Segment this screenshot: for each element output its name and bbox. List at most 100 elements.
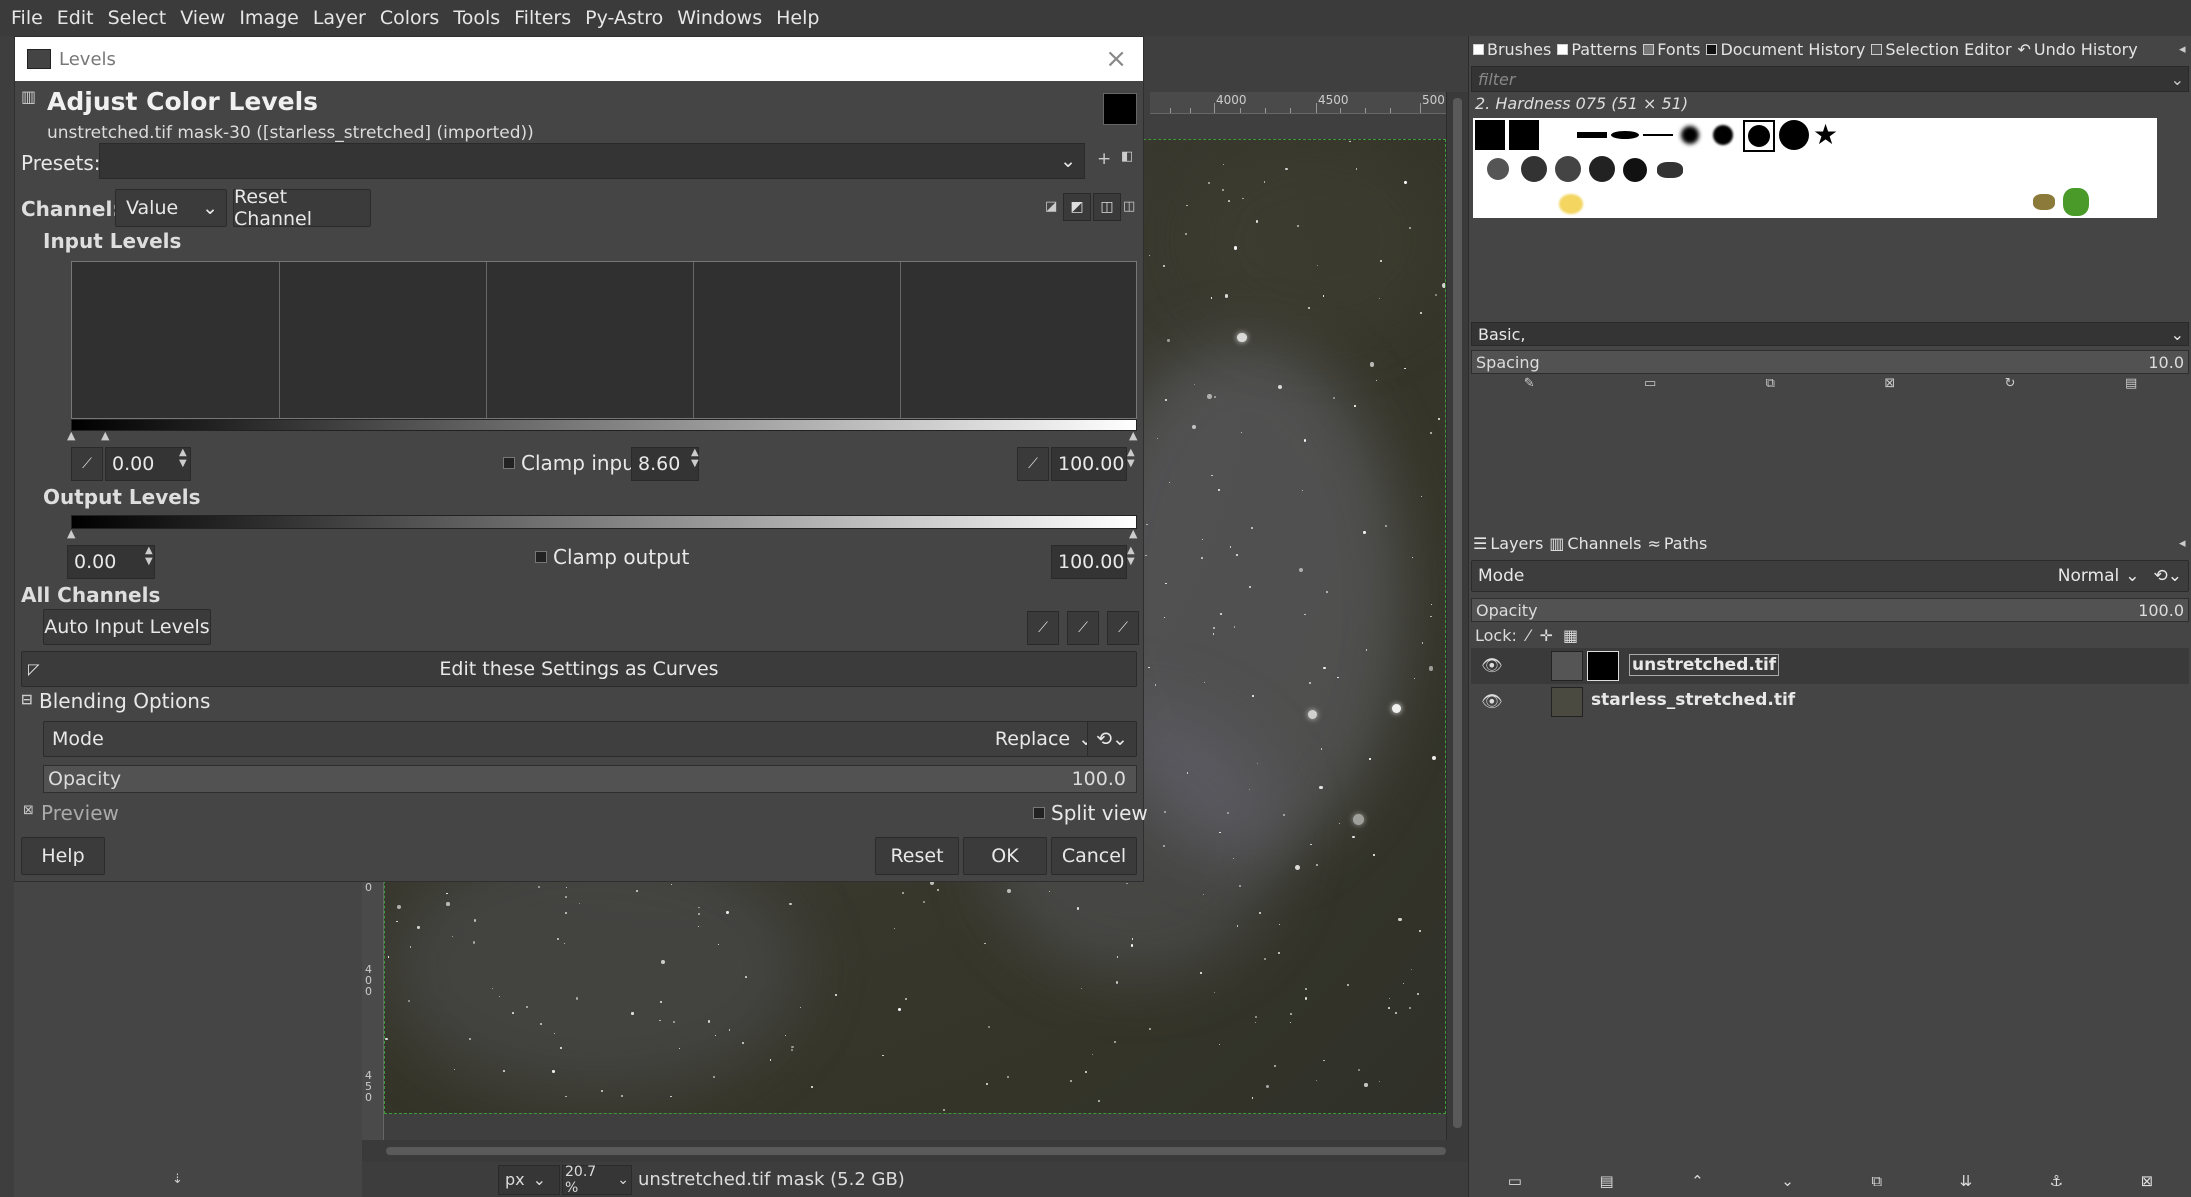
layer-name[interactable]: unstretched.tif [1629, 654, 1780, 676]
layer-name[interactable]: starless_stretched.tif [1591, 690, 1795, 710]
pick-black-point-icon[interactable]: ⟋ [71, 447, 103, 481]
brush-swatch[interactable] [1577, 132, 1607, 138]
new-layer-icon[interactable]: ▭ [1508, 1172, 1522, 1190]
close-icon[interactable]: × [1105, 44, 1127, 74]
layer-mode-select[interactable]: Mode Normal ⌄ ⟲⌄ [1471, 560, 2189, 592]
star-brush-icon[interactable]: ★ [1813, 118, 1838, 151]
menu-windows[interactable]: Windows [670, 7, 769, 29]
cancel-button[interactable]: Cancel [1051, 837, 1137, 875]
auto-input-levels-button[interactable]: Auto Input Levels [43, 609, 211, 645]
lock-alpha-icon[interactable]: ▦ [1563, 626, 1578, 645]
tab-channels[interactable]: ▥ Channels [1549, 534, 1641, 553]
pick-white-point-icon[interactable]: ⟋ [1017, 447, 1049, 481]
tab-fonts[interactable]: Fonts [1643, 40, 1700, 59]
opacity-slider[interactable]: Opacity 100.0 [43, 765, 1137, 793]
horizontal-scrollbar[interactable] [362, 1140, 1468, 1162]
edit-brush-icon[interactable]: ✎ [1524, 376, 1535, 398]
spinner-arrows-icon[interactable]: ▲ ▼ [1127, 447, 1135, 469]
tab-patterns[interactable]: Patterns [1557, 40, 1637, 59]
reset-channel-button[interactable]: Reset Channel [233, 186, 371, 230]
brush-swatch[interactable] [1475, 120, 1505, 150]
tab-paths[interactable]: ≈ Paths [1647, 534, 1707, 553]
collapse-icon[interactable]: ⊟ [21, 692, 33, 708]
help-button[interactable]: Help [21, 837, 105, 875]
dock-menu-icon[interactable]: ◂ [2179, 536, 2186, 551]
histogram-mode-icon[interactable]: ◫ [1123, 199, 1135, 214]
brush-tag-input[interactable]: Basic, ⌄ [1471, 322, 2189, 346]
duplicate-brush-icon[interactable]: ⧉ [1766, 376, 1775, 398]
menu-tools[interactable]: Tools [446, 7, 507, 29]
dialog-titlebar[interactable]: Levels × [15, 37, 1143, 81]
refresh-brushes-icon[interactable]: ↻ [2005, 376, 2016, 398]
reset-button[interactable]: Reset [875, 837, 959, 875]
brush-swatch[interactable] [1509, 120, 1539, 150]
brush-swatch[interactable] [1611, 131, 1639, 139]
spinner-arrows-icon[interactable]: ▲ ▼ [691, 447, 699, 469]
output-low-handle[interactable]: ▲ [67, 527, 75, 540]
merge-layer-icon[interactable]: ⇊ [1960, 1172, 1973, 1190]
menu-help[interactable]: Help [769, 7, 826, 29]
composite-icon[interactable]: ⟲⌄ [2154, 566, 2183, 586]
clamp-output-checkbox[interactable] [535, 551, 547, 563]
clamp-input-checkbox[interactable] [503, 457, 515, 469]
duplicate-layer-icon[interactable]: ⧉ [1871, 1172, 1882, 1190]
blend-mode-select[interactable]: Mode Replace ⌄ [43, 721, 1105, 757]
output-high-spinner[interactable]: 100.00 [1051, 545, 1127, 579]
add-preset-icon[interactable]: + [1097, 149, 1111, 169]
layer-opacity-slider[interactable]: Opacity 100.0 [1471, 598, 2189, 622]
composite-mode-button[interactable]: ⟲⌄ [1087, 721, 1137, 757]
presets-combo[interactable]: ⌄ [99, 143, 1085, 179]
menu-select[interactable]: Select [101, 7, 174, 29]
linear-histogram-icon[interactable]: ◪ [1045, 199, 1057, 214]
output-low-spinner[interactable]: 0.00 [67, 545, 155, 579]
brush-filter-input[interactable]: filter ⌄ [1471, 66, 2189, 92]
open-brush-folder-icon[interactable]: ▤ [2125, 376, 2137, 398]
histogram-view-icon[interactable]: ◫ [1093, 193, 1121, 221]
preset-menu-icon[interactable]: ◧ [1121, 149, 1133, 164]
input-low-handle[interactable]: ▲ [67, 429, 75, 442]
preview-checkbox[interactable]: ⊠ [23, 803, 34, 818]
spacing-slider[interactable]: Spacing 10.0 [1471, 350, 2189, 374]
delete-layer-icon[interactable]: ⊠ [2141, 1172, 2154, 1190]
vertical-scrollbar[interactable] [1446, 92, 1468, 1150]
pick-black-icon[interactable]: ⟋ [1027, 611, 1059, 645]
delete-brush-icon[interactable]: ⊠ [1884, 376, 1895, 398]
menu-filters[interactable]: Filters [507, 7, 578, 29]
anchor-layer-icon[interactable]: ⚓ [2050, 1172, 2063, 1190]
pick-white-icon[interactable]: ⟋ [1107, 611, 1139, 645]
spinner-arrows-icon[interactable]: ▲ ▼ [145, 545, 153, 567]
input-high-handle[interactable]: ▲ [1129, 429, 1137, 442]
ok-button[interactable]: OK [963, 837, 1047, 875]
log-histogram-icon[interactable]: ◩ [1063, 193, 1091, 221]
output-high-handle[interactable]: ▲ [1129, 527, 1137, 540]
lock-position-icon[interactable]: ✛ [1540, 626, 1553, 645]
edit-as-curves-button[interactable]: ◸ Edit these Settings as Curves [21, 651, 1137, 687]
layer-row[interactable]: 👁 unstretched.tif [1471, 648, 2189, 684]
brush-swatch[interactable] [1643, 134, 1673, 136]
spinner-arrows-icon[interactable]: ▲ ▼ [179, 447, 187, 469]
gamma-handle[interactable]: ▲ [101, 429, 109, 442]
blending-options-label[interactable]: Blending Options [39, 689, 210, 713]
tab-undo-history[interactable]: ↶ Undo History [2018, 40, 2138, 59]
brush-grid[interactable]: ★ [1473, 118, 2157, 218]
histogram[interactable] [71, 261, 1137, 419]
new-group-icon[interactable]: ▤ [1599, 1172, 1613, 1190]
zoom-select[interactable]: 20.7 % ⌄ [562, 1164, 632, 1196]
menu-layer[interactable]: Layer [306, 7, 373, 29]
new-brush-icon[interactable]: ▭ [1644, 376, 1656, 398]
menu-image[interactable]: Image [232, 7, 306, 29]
menu-py-astro[interactable]: Py-Astro [578, 7, 670, 29]
lock-pixels-icon[interactable]: ⁄ [1527, 626, 1530, 645]
channel-select[interactable]: Value ⌄ [115, 189, 227, 227]
tab-layers[interactable]: ☰ Layers [1473, 534, 1543, 553]
layer-row[interactable]: 👁 starless_stretched.tif [1471, 684, 2189, 720]
menu-colors[interactable]: Colors [373, 7, 447, 29]
raise-layer-icon[interactable]: ⌃ [1691, 1172, 1704, 1190]
dock-menu-icon[interactable]: ◂ [2179, 42, 2186, 57]
eye-icon[interactable]: 👁 [1481, 656, 1503, 676]
gamma-spinner[interactable]: 8.60 [631, 447, 699, 481]
tool-options-icon[interactable]: ⇣ [172, 1172, 183, 1187]
eye-icon[interactable]: 👁 [1481, 692, 1503, 712]
menu-file[interactable]: File [4, 7, 50, 29]
menu-edit[interactable]: Edit [50, 7, 101, 29]
